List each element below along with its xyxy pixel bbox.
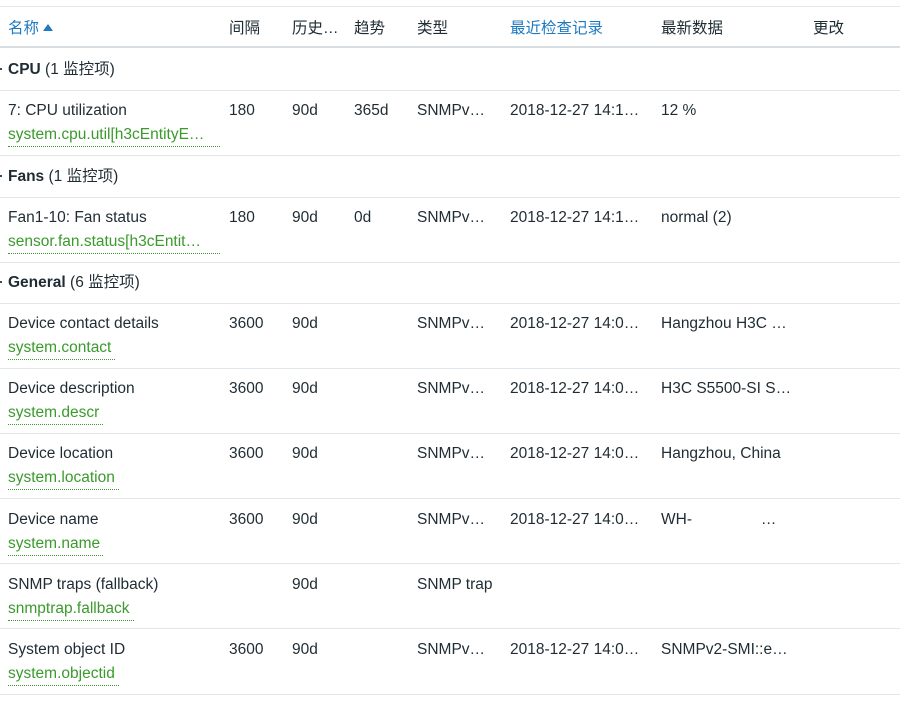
item-key-link[interactable]: system.location (8, 467, 119, 490)
group-header-fans: Fans (1 监控项) (8, 166, 408, 188)
row-divider (0, 563, 900, 564)
item-name: Device location (8, 445, 114, 462)
group-name: Fans (8, 168, 45, 185)
item-interval: 180 (229, 102, 255, 119)
column-header-type: 类型 (417, 20, 449, 37)
item-type: SNMPv… (417, 102, 486, 119)
item-lastcheck: 2018-12-27 14:0… (510, 641, 640, 658)
item-history: 90d (292, 315, 318, 332)
header-divider (0, 46, 900, 48)
item-type: SNMPv… (417, 209, 486, 226)
item-type: SNMPv… (417, 511, 486, 528)
row-divider (0, 498, 900, 499)
item-name: Fan1-10: Fan status (8, 209, 147, 226)
column-header-interval: 间隔 (229, 20, 261, 37)
item-lastvalue: 12 % (661, 102, 697, 119)
item-lastvalue: Hangzhou H3C … (661, 315, 787, 332)
item-lastvalue: H3C S5500-SI S… (661, 380, 792, 397)
item-history: 90d (292, 209, 318, 226)
item-lastcheck: 2018-12-27 14:0… (510, 445, 640, 462)
item-type: SNMPv… (417, 641, 486, 658)
item-name: Device name (8, 511, 99, 528)
row-divider (0, 368, 900, 369)
group-header-general: General (6 监控项) (8, 272, 408, 294)
row-divider (0, 155, 900, 156)
column-header-name[interactable]: 名称 (8, 18, 218, 40)
sort-ascending-icon (43, 24, 54, 31)
row-edge-mark (0, 281, 2, 283)
item-type: SNMP trap (417, 576, 493, 593)
item-interval: 3600 (229, 445, 264, 462)
group-name: CPU (8, 61, 41, 78)
column-header-history: 历史… (292, 20, 339, 37)
item-lastcheck: 2018-12-27 14:0… (510, 380, 640, 397)
item-type: SNMPv… (417, 380, 486, 397)
item-key-link[interactable]: system.name (8, 533, 103, 556)
group-header-cpu: CPU (1 监控项) (8, 59, 408, 81)
item-key-link[interactable]: system.objectid (8, 663, 119, 686)
row-edge-mark (0, 175, 2, 177)
item-lastvalue: normal (2) (661, 209, 732, 226)
column-header-name-label: 名称 (8, 20, 40, 37)
item-name: System object ID (8, 641, 126, 658)
item-trends (354, 378, 409, 400)
item-key-link[interactable]: system.contact (8, 337, 115, 360)
column-header-trends: 趋势 (354, 20, 386, 37)
item-trends (354, 313, 409, 335)
item-trends (354, 509, 409, 531)
item-key-link[interactable]: snmptrap.fallback (8, 598, 134, 621)
item-lastvalue: WH- … (661, 511, 777, 528)
item-name: Device description (8, 380, 135, 397)
item-trends (354, 443, 409, 465)
row-divider (0, 197, 900, 198)
item-lastvalue (661, 574, 801, 596)
row-divider (0, 262, 900, 263)
item-lastcheck: 2018-12-27 14:0… (510, 315, 640, 332)
item-lastcheck (510, 574, 650, 596)
item-type: SNMPv… (417, 445, 486, 462)
column-header-change: 更改 (813, 20, 845, 37)
row-divider (0, 433, 900, 434)
item-lastcheck: 2018-12-27 14:1… (510, 209, 640, 226)
row-divider (0, 303, 900, 304)
item-interval: 3600 (229, 380, 264, 397)
item-name: Device contact details (8, 315, 159, 332)
item-lastcheck: 2018-12-27 14:0… (510, 511, 640, 528)
item-key-link[interactable]: system.cpu.util[h3cEntityE… (8, 124, 220, 147)
item-name: 7: CPU utilization (8, 102, 127, 119)
item-history: 90d (292, 641, 318, 658)
item-trends (354, 639, 409, 661)
item-name: SNMP traps (fallback) (8, 576, 159, 593)
row-divider (0, 90, 900, 91)
item-trends: 365d (354, 102, 389, 119)
row-edge-mark (0, 68, 2, 70)
item-trends (354, 574, 409, 596)
item-interval: 3600 (229, 315, 264, 332)
item-history: 90d (292, 380, 318, 397)
item-lastvalue: SNMPv2-SMI::e… (661, 641, 788, 658)
column-header-lastcheck[interactable]: 最近检查记录 (510, 18, 650, 40)
item-history: 90d (292, 511, 318, 528)
group-count: (1 监控项) (48, 168, 119, 185)
item-lastvalue: Hangzhou, China (661, 445, 781, 462)
item-trends: 0d (354, 209, 372, 226)
group-count: (1 监控项) (45, 61, 115, 78)
item-key-link[interactable]: system.descr (8, 402, 103, 425)
item-interval: 3600 (229, 641, 264, 658)
row-divider (0, 694, 900, 695)
item-history: 90d (292, 102, 318, 119)
item-interval (229, 574, 284, 596)
item-history: 90d (292, 445, 318, 462)
item-lastcheck: 2018-12-27 14:1… (510, 102, 640, 119)
row-divider (0, 628, 900, 629)
item-interval: 3600 (229, 511, 264, 528)
table-top-border (0, 6, 900, 7)
group-count: (6 监控项) (70, 274, 140, 291)
group-name: General (8, 274, 66, 291)
item-interval: 180 (229, 209, 255, 226)
item-type: SNMPv… (417, 315, 486, 332)
item-key-link[interactable]: sensor.fan.status[h3cEntit… (8, 231, 220, 254)
column-header-lastvalue: 最新数据 (661, 20, 724, 37)
item-history: 90d (292, 576, 318, 593)
